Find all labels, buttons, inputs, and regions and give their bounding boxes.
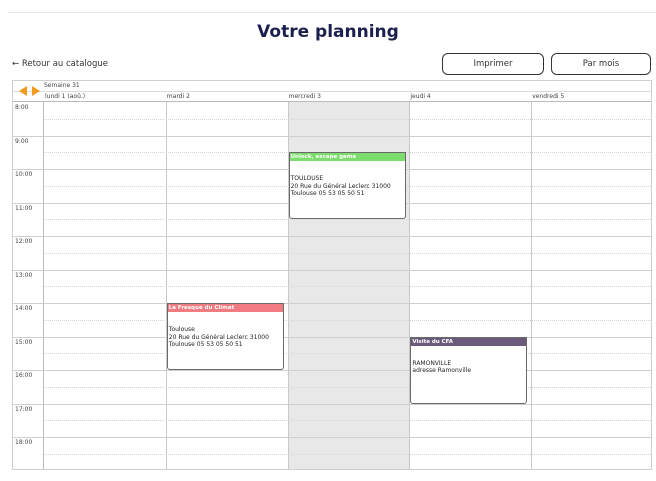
hour-label: 12:00 bbox=[15, 238, 33, 245]
week-calendar: Semaine 31 lundi 1 (aoû.) mardi 2 mercredi… bbox=[12, 80, 652, 470]
hour-label: 11:00 bbox=[15, 204, 33, 212]
hour-gridline bbox=[44, 236, 651, 237]
event-detail-line: RAMONVILLE bbox=[412, 359, 452, 367]
hour-gridline bbox=[44, 336, 651, 338]
hour-label: 14:00 bbox=[15, 305, 33, 312]
event-title: Unlock, escape game bbox=[289, 153, 405, 162]
event-details: Toulouse 20 Rue du Général Leclerc 31000 T… bbox=[168, 312, 283, 349]
half-hour-gridline bbox=[44, 319, 651, 321]
day-label: jeudi 4 bbox=[410, 93, 431, 100]
hour-label: 16:00 bbox=[15, 372, 33, 379]
hour-tick bbox=[13, 370, 44, 371]
hour-tick bbox=[13, 403, 44, 405]
hour-tick bbox=[13, 336, 44, 338]
calendar-event[interactable]: Visite du CFA RAMONVILLE adresse Ramonvill… bbox=[410, 336, 528, 404]
hour-label: 18:00 bbox=[15, 439, 33, 446]
hour-tick bbox=[13, 202, 44, 204]
event-detail-line: TOULOUSE bbox=[290, 175, 324, 183]
calendar-grid[interactable]: Unlock, escape game TOULOUSE 20 Rue du Gén… bbox=[44, 102, 651, 469]
hour-label: 8:00 bbox=[15, 104, 29, 111]
event-detail-line: Toulouse 05 53 05 50 51 bbox=[290, 190, 365, 198]
half-hour-gridline bbox=[44, 118, 651, 120]
week-header: Semaine 31 bbox=[13, 81, 651, 92]
time-column: 8:00 9:00 10:00 11:00 12:00 13:00 14:00 15:00 16… bbox=[13, 102, 44, 469]
half-hour-gridline bbox=[44, 252, 651, 254]
event-detail-line: adresse Ramonville bbox=[412, 367, 472, 374]
top-divider bbox=[8, 12, 656, 13]
hour-tick bbox=[13, 269, 44, 271]
hour-gridline bbox=[44, 437, 651, 438]
hour-label: 17:00 bbox=[15, 405, 33, 413]
event-detail-line: 20 Rue du Général Leclerc 31000 bbox=[168, 333, 269, 341]
print-button[interactable]: Imprimer bbox=[442, 53, 544, 75]
hour-gridline bbox=[44, 303, 651, 304]
month-view-button[interactable]: Par mois bbox=[551, 53, 651, 75]
half-hour-gridline bbox=[44, 219, 651, 221]
event-title: La Fresque du Climat bbox=[167, 304, 283, 312]
hour-tick bbox=[13, 303, 44, 304]
hour-label: 9:00 bbox=[15, 137, 29, 145]
back-to-catalogue-link[interactable]: ← Retour au catalogue bbox=[12, 59, 108, 69]
day-header-row: lundi 1 (aoû.) mardi 2 mercredi 3 jeudi 4 ve… bbox=[13, 92, 651, 102]
hour-label: 15:00 bbox=[15, 338, 33, 346]
next-week-arrow-icon[interactable] bbox=[32, 86, 40, 96]
hour-gridline bbox=[44, 269, 651, 271]
day-label: mercredi 3 bbox=[288, 93, 321, 100]
half-hour-gridline bbox=[44, 286, 651, 288]
hour-tick bbox=[13, 135, 44, 137]
day-label: lundi 1 (aoû.) bbox=[45, 93, 86, 100]
hour-gridline bbox=[44, 135, 651, 137]
event-details: RAMONVILLE adresse Ramonville bbox=[411, 346, 526, 375]
hour-gridline bbox=[44, 370, 651, 371]
week-label: Semaine 31 bbox=[44, 82, 80, 89]
event-title: Visite du CFA bbox=[411, 337, 527, 346]
event-detail-line: 20 Rue du Général Leclerc 31000 bbox=[290, 182, 391, 190]
half-hour-gridline bbox=[44, 420, 651, 422]
hour-tick bbox=[13, 236, 44, 237]
hour-tick bbox=[13, 437, 44, 438]
half-hour-gridline bbox=[44, 353, 651, 355]
event-detail-line: Toulouse bbox=[168, 326, 195, 333]
event-details: TOULOUSE 20 Rue du Général Leclerc 31000 T… bbox=[290, 161, 405, 198]
hour-label: 10:00 bbox=[15, 171, 33, 178]
hour-tick bbox=[13, 169, 44, 170]
hour-gridline bbox=[44, 403, 651, 405]
calendar-event[interactable]: La Fresque du Climat Toulouse 20 Rue du Gé… bbox=[166, 303, 284, 370]
half-hour-gridline bbox=[44, 453, 651, 455]
hour-label: 13:00 bbox=[15, 271, 33, 279]
page-title: Votre planning bbox=[257, 22, 399, 42]
calendar-event[interactable]: Unlock, escape game TOULOUSE 20 Rue du Gén… bbox=[288, 152, 406, 220]
day-label: mardi 2 bbox=[166, 93, 190, 100]
day-label: vendredi 5 bbox=[532, 93, 565, 100]
event-detail-line: Toulouse 05 53 05 50 51 bbox=[168, 341, 243, 348]
previous-week-arrow-icon[interactable] bbox=[19, 86, 27, 96]
half-hour-gridline bbox=[44, 386, 651, 388]
